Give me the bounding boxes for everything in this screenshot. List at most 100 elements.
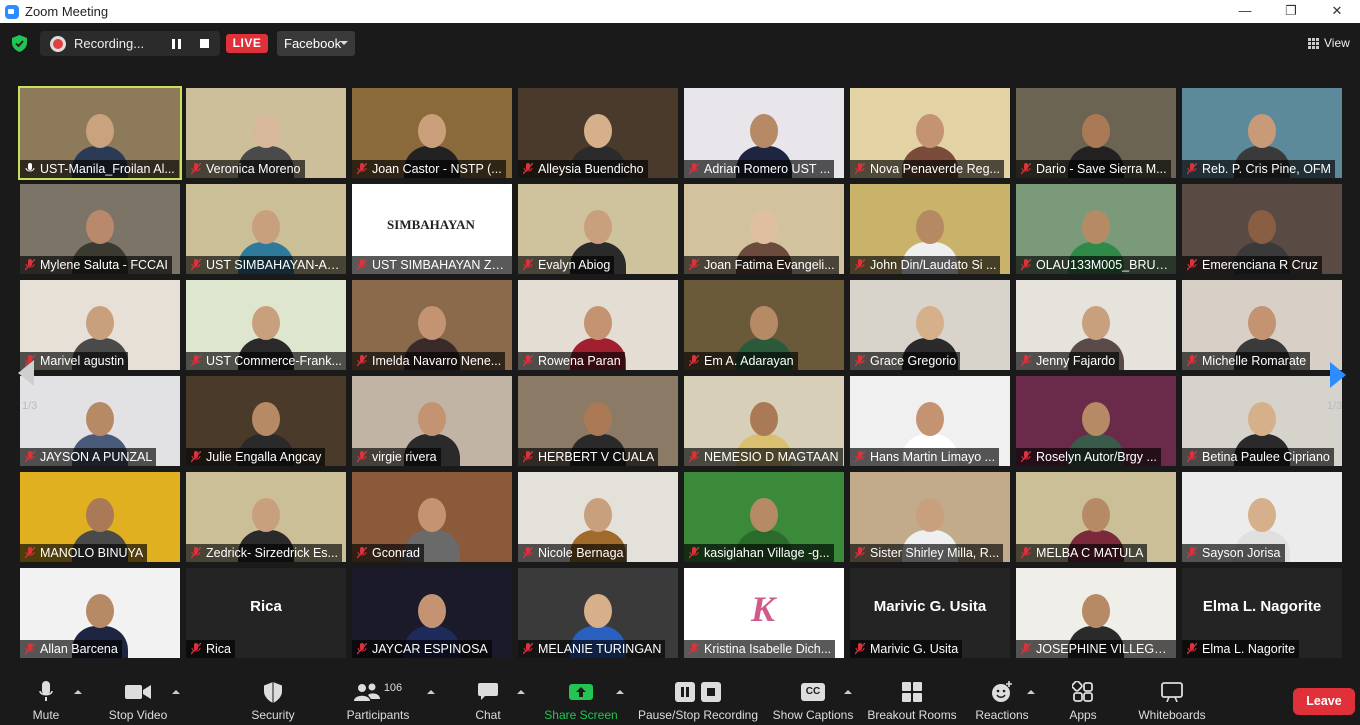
participant-tile[interactable]: UST Commerce-Frank... (186, 280, 346, 370)
stop-recording-icon[interactable] (200, 39, 209, 48)
muted-mic-icon (1187, 643, 1197, 655)
apps-button[interactable]: Apps (1066, 680, 1100, 722)
muted-mic-icon (191, 547, 201, 559)
participant-tile[interactable]: JOSEPHINE VILLEGAS... (1016, 568, 1176, 658)
participant-tile[interactable]: Allan Barcena (20, 568, 180, 658)
participant-name: Michelle Romarate (1182, 352, 1311, 370)
whiteboards-label: Whiteboards (1138, 708, 1206, 722)
muted-mic-icon (1021, 355, 1031, 367)
participant-tile[interactable]: MELBA C MATULA (1016, 472, 1176, 562)
reactions-options-caret-icon[interactable] (1027, 690, 1035, 694)
participant-tile[interactable]: UST-Manila_Froilan Al... (18, 86, 182, 180)
participant-tile[interactable]: SIMBAHAYAN UST SIMBAHAYAN Zo... (352, 184, 512, 274)
participant-tile[interactable]: Betina Paulee Cipriano (1182, 376, 1342, 466)
recording-indicator[interactable]: Recording... (40, 31, 220, 56)
participant-tile[interactable]: Joan Fatima Evangeli... (684, 184, 844, 274)
participant-tile[interactable]: Joan Castor - NSTP (... (352, 88, 512, 178)
participant-tile[interactable]: Mylene Saluta - FCCAI (20, 184, 180, 274)
participant-tile[interactable]: JAYSON A PUNZAL (20, 376, 180, 466)
whiteboards-button[interactable]: Whiteboards (1134, 680, 1210, 722)
participant-name: Roselyn Autor/Brgy ... (1016, 448, 1161, 466)
chat-options-caret-icon[interactable] (517, 690, 525, 694)
stop-video-button[interactable]: Stop Video (103, 680, 173, 722)
participant-name: Rowena Paran (518, 352, 625, 370)
participant-tile[interactable]: MELANIE TURINGAN (518, 568, 678, 658)
muted-mic-icon (523, 547, 533, 559)
participant-name: Nova Penaverde Reg... (850, 160, 1004, 178)
share-screen-button[interactable]: Share Screen (544, 680, 618, 722)
participant-tile[interactable]: Imelda Navarro Nene... (352, 280, 512, 370)
participant-tile[interactable]: NEMESIO D MAGTAAN (684, 376, 844, 466)
participant-tile[interactable]: Rowena Paran (518, 280, 678, 370)
participant-tile[interactable]: Emerenciana R Cruz (1182, 184, 1342, 274)
participant-name: Nicole Bernaga (518, 544, 628, 562)
leave-button[interactable]: Leave (1293, 688, 1355, 715)
participant-tile[interactable]: Marivel agustin (20, 280, 180, 370)
participant-tile[interactable]: Zedrick- Sirzedrick Es... (186, 472, 346, 562)
live-badge[interactable]: LIVE (226, 34, 268, 53)
participant-tile[interactable]: Roselyn Autor/Brgy ... (1016, 376, 1176, 466)
chat-button[interactable]: Chat (470, 680, 506, 722)
participant-tile[interactable]: Evalyn Abiog (518, 184, 678, 274)
participant-tile[interactable]: Jenny Fajardo (1016, 280, 1176, 370)
participants-button[interactable]: 106 Participants (343, 680, 413, 722)
minimize-button[interactable]: — (1222, 0, 1268, 23)
participant-tile[interactable]: HERBERT V CUALA (518, 376, 678, 466)
participants-options-caret-icon[interactable] (427, 690, 435, 694)
participant-tile[interactable]: Gconrad (352, 472, 512, 562)
participant-logo: SIMBAHAYAN (387, 190, 475, 260)
share-options-caret-icon[interactable] (616, 690, 624, 694)
participant-tile[interactable]: Veronica Moreno (186, 88, 346, 178)
participant-tile[interactable]: OLAU133M005_BRUS... (1016, 184, 1176, 274)
stream-target-dropdown[interactable]: Facebook (277, 31, 355, 56)
participant-tile[interactable]: Nova Penaverde Reg... (850, 88, 1010, 178)
restore-button[interactable]: ❐ (1268, 0, 1314, 23)
recording-label: Recording... (74, 36, 145, 51)
pause-recording-icon[interactable] (172, 39, 182, 49)
participant-tile[interactable]: Adrian Romero UST ... (684, 88, 844, 178)
participant-tile[interactable]: virgie rivera (352, 376, 512, 466)
participant-tile[interactable]: Michelle Romarate (1182, 280, 1342, 370)
zoom-logo-icon (5, 4, 19, 19)
previous-page-arrow-icon[interactable] (18, 360, 34, 386)
captions-options-caret-icon[interactable] (844, 690, 852, 694)
participant-tile[interactable]: Reb. P. Cris Pine, OFM (1182, 88, 1342, 178)
next-page-arrow-icon[interactable] (1330, 362, 1346, 388)
show-captions-button[interactable]: CC Show Captions (771, 680, 855, 722)
security-button[interactable]: Security (248, 680, 298, 722)
participant-tile[interactable]: K Kristina Isabelle Dich... (684, 568, 844, 658)
breakout-rooms-button[interactable]: Breakout Rooms (866, 680, 958, 722)
participant-tile[interactable]: Sister Shirley Milla, R... (850, 472, 1010, 562)
participant-tile[interactable]: Nicole Bernaga (518, 472, 678, 562)
participant-tile[interactable]: Elma L. Nagorite Elma L. Nagorite (1182, 568, 1342, 658)
encryption-shield-icon[interactable] (12, 35, 27, 52)
video-options-caret-icon[interactable] (172, 690, 180, 694)
muted-mic-icon (689, 547, 699, 559)
participant-name: Jenny Fajardo (1016, 352, 1120, 370)
participant-tile[interactable]: Rica Rica (186, 568, 346, 658)
participant-tile[interactable]: John Din/Laudato Si ... (850, 184, 1010, 274)
participant-tile[interactable]: Grace Gregorio (850, 280, 1010, 370)
chevron-down-icon (340, 41, 348, 45)
close-button[interactable]: ✕ (1314, 0, 1360, 23)
view-button[interactable]: View (1308, 36, 1350, 50)
muted-mic-icon (357, 259, 367, 271)
reactions-button[interactable]: Reactions (974, 680, 1030, 722)
participant-tile[interactable]: Hans Martin Limayo ... (850, 376, 1010, 466)
pause-stop-recording-button[interactable]: Pause/Stop Recording (636, 680, 760, 722)
participant-tile[interactable]: Em A. Adarayan (684, 280, 844, 370)
participant-tile[interactable]: UST SIMBAHAYAN-Ab... (186, 184, 346, 274)
recording-dot-icon (50, 35, 66, 52)
participant-tile[interactable]: Dario - Save Sierra M... (1016, 88, 1176, 178)
mute-button[interactable]: Mute (28, 680, 64, 722)
closed-captions-icon: CC (801, 683, 825, 701)
muted-mic-icon (855, 355, 865, 367)
participant-tile[interactable]: Alleysia Buendicho (518, 88, 678, 178)
participant-tile[interactable]: Julie Engalla Angcay (186, 376, 346, 466)
mute-options-caret-icon[interactable] (74, 690, 82, 694)
participant-tile[interactable]: kasiglahan Village -g... (684, 472, 844, 562)
participant-tile[interactable]: MANOLO BINUYA (20, 472, 180, 562)
participant-tile[interactable]: JAYCAR ESPINOSA (352, 568, 512, 658)
participant-tile[interactable]: Marivic G. Usita Marivic G. Usita (850, 568, 1010, 658)
participant-tile[interactable]: Sayson Jorisa (1182, 472, 1342, 562)
